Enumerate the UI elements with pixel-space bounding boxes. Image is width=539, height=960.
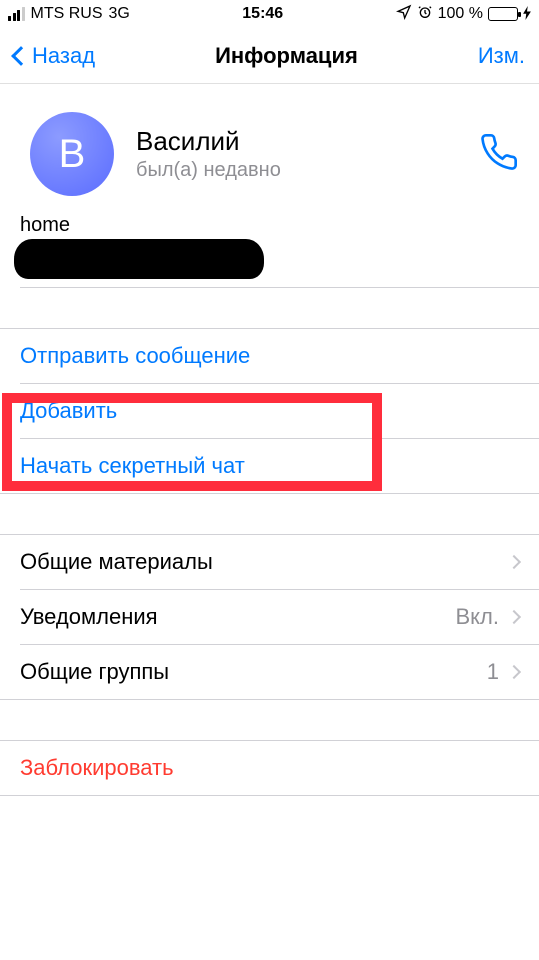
signal-icon [8,7,25,21]
call-button[interactable] [479,132,519,177]
block-user-label: Заблокировать [20,755,174,781]
alarm-icon [417,4,433,25]
battery-icon [488,7,518,21]
secret-chat-label: Начать секретный чат [20,453,245,479]
chevron-left-icon [11,46,31,66]
notifications-value: Вкл. [456,604,500,630]
notifications-row[interactable]: Уведомления Вкл. [0,590,539,644]
battery-text: 100 % [438,5,483,23]
chevron-right-icon [507,665,521,679]
profile-header: В Василий был(а) недавно [0,84,539,214]
block-user-row[interactable]: Заблокировать [0,741,539,795]
shared-media-row[interactable]: Общие материалы [0,535,539,589]
add-contact-row[interactable]: Добавить [0,384,539,438]
clock: 15:46 [242,5,283,23]
shared-media-label: Общие материалы [20,549,213,575]
carrier-label: MTS RUS [31,5,103,23]
back-label: Назад [32,43,95,69]
avatar[interactable]: В [30,112,114,196]
nav-bar: Назад Информация Изм. [0,28,539,84]
phone-label: home [20,214,519,237]
page-title: Информация [215,43,358,69]
send-message-row[interactable]: Отправить сообщение [0,329,539,383]
location-icon [396,4,412,25]
last-seen-status: был(а) недавно [136,159,479,182]
shared-groups-label: Общие группы [20,659,169,685]
edit-button[interactable]: Изм. [478,43,525,69]
back-button[interactable]: Назад [14,43,95,69]
shared-groups-row[interactable]: Общие группы 1 [0,645,539,699]
add-contact-label: Добавить [20,398,117,424]
phone-number-redacted [14,239,264,279]
secret-chat-row[interactable]: Начать секретный чат [0,439,539,493]
status-bar: MTS RUS 3G 15:46 100 % [0,0,539,28]
charging-icon [523,6,531,23]
shared-groups-value: 1 [487,659,499,685]
phone-icon [479,132,519,172]
chevron-right-icon [507,555,521,569]
chevron-right-icon [507,610,521,624]
separator [0,795,539,796]
notifications-label: Уведомления [20,604,158,630]
send-message-label: Отправить сообщение [20,343,250,369]
network-label: 3G [109,5,130,23]
phone-field[interactable]: home [0,214,539,287]
contact-name: Василий [136,126,479,157]
